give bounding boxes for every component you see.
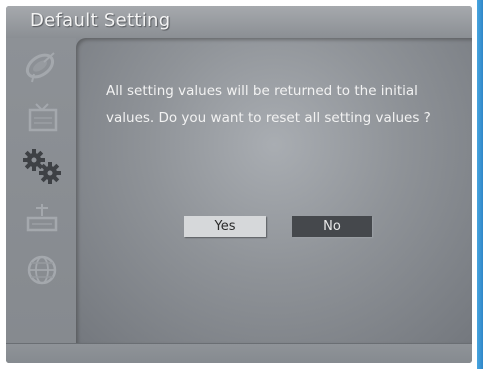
satellite-dish-icon[interactable] [20, 46, 64, 86]
settings-gears-icon[interactable] [20, 146, 64, 186]
confirmation-message: All setting values will be returned to t… [106, 83, 431, 126]
tv-channel-icon[interactable] [20, 98, 64, 138]
yes-button[interactable]: Yes [184, 216, 266, 237]
title-bar: Default Setting [6, 6, 472, 38]
antenna-setup-icon[interactable] [20, 198, 64, 238]
right-accent-stripe [477, 0, 483, 369]
globe-language-icon[interactable] [20, 250, 64, 290]
no-button[interactable]: No [292, 216, 372, 237]
screen: Default Setting All setting values will … [0, 0, 483, 369]
page-title: Default Setting [30, 10, 171, 31]
dialog-panel: All setting values will be returned to t… [76, 38, 472, 343]
sidebar [6, 38, 76, 343]
menu-window: Default Setting All setting values will … [6, 6, 472, 363]
bottom-bar [6, 343, 472, 363]
